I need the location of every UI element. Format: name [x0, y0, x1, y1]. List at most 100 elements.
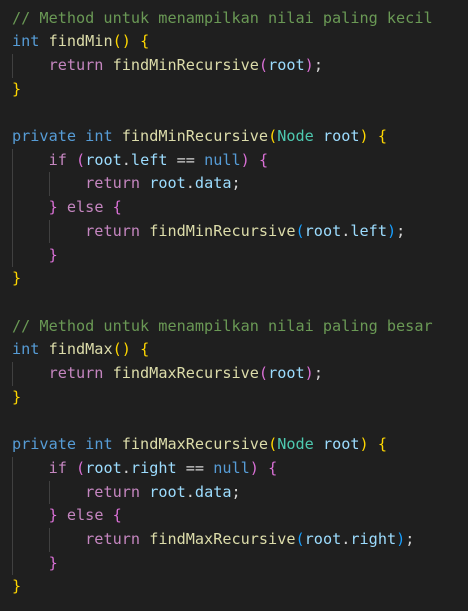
code-line[interactable]: int findMin() { [12, 30, 149, 54]
code-editor[interactable]: // Method untuk menampilkan nilai paling… [0, 0, 468, 611]
code-token: return [85, 529, 141, 548]
code-token: . [121, 458, 131, 477]
code-token: root [322, 435, 360, 454]
code-token: data [194, 174, 232, 193]
code-line[interactable]: if (root.left == null) { [12, 149, 269, 173]
code-line[interactable]: } [12, 386, 21, 410]
code-line[interactable]: if (root.right == null) { [12, 457, 278, 481]
code-token: ) [249, 458, 259, 477]
code-line[interactable]: // Method untuk menampilkan nilai paling… [12, 7, 433, 31]
code-token: root [304, 529, 342, 548]
code-token: root [268, 364, 305, 382]
code-token: == [176, 458, 214, 477]
code-token: else [66, 198, 104, 217]
code-line[interactable]: // Method untuk menampilkan nilai paling… [12, 315, 433, 339]
code-line[interactable]: private int findMinRecursive(Node root) … [12, 125, 387, 149]
code-token: ) [386, 221, 397, 240]
code-token: ( [258, 55, 269, 74]
code-token: right [130, 458, 177, 477]
code-token: null [204, 150, 241, 169]
code-token: left [350, 221, 387, 240]
code-token: return [85, 174, 141, 193]
code-token: int [85, 435, 113, 454]
code-token: left [130, 150, 168, 169]
indent-guide [48, 219, 50, 244]
code-token: findMaxRecursive [121, 435, 269, 454]
code-line[interactable]: } else { [12, 504, 122, 528]
code-token: { [140, 32, 150, 51]
code-token: } [12, 577, 22, 596]
code-token: private [12, 435, 77, 454]
indent-guide [12, 456, 13, 576]
code-token: ; [231, 174, 241, 193]
code-token: findMinRecursive [149, 221, 296, 240]
code-line[interactable]: } [12, 575, 21, 599]
code-line[interactable]: } [12, 267, 21, 291]
code-token: if [48, 150, 67, 169]
indent-guide [12, 362, 13, 386]
code-token: null [213, 458, 250, 477]
code-line[interactable]: return findMaxRecursive(root.right); [12, 528, 414, 552]
code-token: ) [359, 435, 369, 454]
code-line[interactable]: int findMax() { [12, 338, 149, 362]
code-line[interactable]: return findMinRecursive(root); [12, 54, 323, 78]
code-token: if [48, 458, 67, 477]
code-token: . [121, 150, 131, 169]
code-token: findMinRecursive [121, 127, 269, 145]
code-token: { [377, 435, 388, 454]
code-line[interactable]: private int findMaxRecursive(Node root) … [12, 433, 387, 457]
code-token: { [112, 198, 122, 217]
code-token: else [66, 506, 104, 525]
code-token: ( [76, 458, 86, 477]
code-token: return [48, 364, 104, 382]
code-token: . [185, 482, 195, 501]
code-token: findMinRecursive [112, 55, 259, 74]
code-token: ( [268, 435, 278, 454]
code-token: ( [268, 127, 278, 145]
code-token: ( [76, 150, 86, 169]
code-line[interactable]: return root.data; [12, 481, 241, 505]
code-token: Node [277, 127, 314, 145]
code-line[interactable]: return findMaxRecursive(root); [12, 362, 323, 386]
code-token: ) [359, 127, 369, 145]
code-token: ( [295, 221, 305, 240]
code-line[interactable]: } else { [12, 196, 122, 220]
code-token: { [112, 506, 122, 525]
code-line[interactable]: } [12, 78, 21, 102]
code-token: // Method untuk menampilkan nilai paling… [12, 8, 433, 27]
code-token: } [48, 198, 58, 217]
code-token: findMaxRecursive [149, 529, 296, 548]
indent-guide [48, 527, 50, 552]
code-line[interactable]: return root.data; [12, 172, 241, 196]
code-line[interactable]: return findMinRecursive(root.left); [12, 220, 405, 244]
code-token: ; [231, 482, 241, 501]
code-token: root [304, 221, 342, 240]
code-token: findMax [48, 340, 113, 359]
code-token: { [268, 458, 278, 477]
code-line[interactable]: } [12, 552, 58, 576]
code-token: int [12, 32, 40, 51]
code-line[interactable]: } [12, 244, 58, 268]
